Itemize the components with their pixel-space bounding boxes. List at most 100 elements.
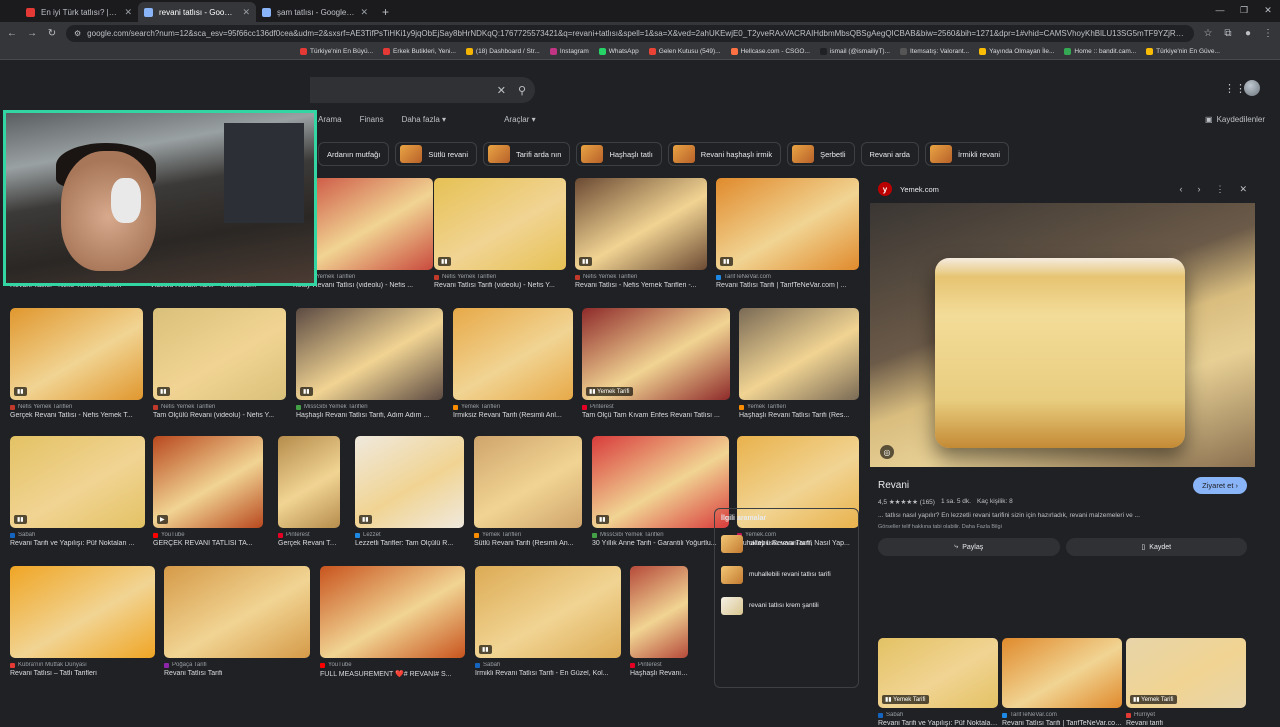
- next-icon[interactable]: ›: [1197, 184, 1200, 195]
- clear-icon[interactable]: ✕: [497, 84, 506, 97]
- result-thumbnail[interactable]: ▮▮: [475, 566, 621, 658]
- result-title[interactable]: Revani tarifi: [1126, 720, 1246, 727]
- related-image[interactable]: ▮▮ Yemek Tarifi Hürriyet Revani tarifi: [1126, 638, 1246, 727]
- bookmark-item[interactable]: Instagram: [549, 48, 589, 55]
- browser-tab[interactable]: şam tatlısı - Google'da Ara ✕: [256, 2, 374, 22]
- image-result[interactable]: ▮▮ MissGibi Yemek Tarifleri Haşhaşlı Revan…: [296, 308, 443, 419]
- result-thumbnail[interactable]: ▮▮: [355, 436, 464, 528]
- bookmark-item[interactable]: Home :: bandit.cam...: [1064, 48, 1136, 55]
- result-title[interactable]: Sütlü Revani Tarifi (Resimli An...: [474, 540, 582, 547]
- related-item[interactable]: muhallebili revani tatlısı tarifi: [721, 561, 852, 588]
- result-title[interactable]: 30 Yıllık Anne Tarifi - Garantili Yoğurt…: [592, 540, 729, 547]
- menu-icon[interactable]: ⋮: [1262, 28, 1274, 39]
- image-result[interactable]: ▮▮ Nefis Yemek Tarifleri Revani Tatlısı Ta…: [434, 178, 566, 289]
- result-title[interactable]: İrmiksiz Revani Tarifi (Resimli Anl...: [453, 412, 573, 419]
- result-title[interactable]: Revani Tatlısı Tarifi (videolu) - Nefis …: [434, 282, 566, 289]
- browser-tab-active[interactable]: revani tatlısı - Google'da Ara ✕: [138, 2, 256, 22]
- result-thumbnail[interactable]: [630, 566, 688, 658]
- bookmark-item[interactable]: Türkiye'nin En Güve...: [1146, 48, 1220, 55]
- preview-source[interactable]: Yemek.com: [900, 185, 1171, 194]
- saved-link[interactable]: ▣ Kaydedilenler: [1205, 115, 1265, 124]
- image-result[interactable]: Yemek Tarifleri Haşhaşlı Revani Tatlısı T…: [739, 308, 859, 419]
- result-thumbnail[interactable]: ▮▮: [434, 178, 566, 270]
- filter-arama[interactable]: Arama: [318, 115, 342, 124]
- forward-icon[interactable]: →: [26, 28, 38, 39]
- result-thumbnail[interactable]: [739, 308, 859, 400]
- refinement-chip[interactable]: İrmikli revani: [924, 142, 1010, 166]
- bookmark-item[interactable]: Gelen Kutusu (549)...: [648, 48, 721, 55]
- result-thumbnail[interactable]: [474, 436, 582, 528]
- refinement-chip[interactable]: Ardanın mutfağı: [318, 142, 390, 166]
- search-icon[interactable]: ⚲: [518, 84, 526, 97]
- minimize-button[interactable]: —: [1208, 0, 1232, 20]
- result-title[interactable]: Revani Tatlısı – Tatlı Tarifleri: [10, 670, 155, 677]
- result-thumbnail[interactable]: ▮▮: [575, 178, 707, 270]
- close-tab-icon[interactable]: ✕: [360, 7, 368, 18]
- more-options-icon[interactable]: ⋮: [1215, 184, 1224, 195]
- related-thumbnail[interactable]: ▮▮ Yemek Tarifi: [878, 638, 998, 708]
- result-title[interactable]: Gerçek Revani Tatlı...: [278, 540, 340, 547]
- visit-button[interactable]: Ziyaret et ›: [1193, 477, 1247, 494]
- image-result[interactable]: ▮▮ Lezzet Lezzetli Tarifler: Tam Ölçülü R.…: [355, 436, 464, 547]
- result-title[interactable]: GERÇEK REVANİ TATLISI TA...: [153, 540, 263, 547]
- image-result[interactable]: ▮▮ Sabah İrmikli Revani Tatlısı Tarifi - E…: [475, 566, 621, 677]
- result-thumbnail[interactable]: ▮▮: [10, 308, 143, 400]
- image-result[interactable]: ▮▮ Yemek Tarifi Pinterest Tam Ölçü Tam Kıv…: [582, 308, 730, 419]
- bookmark-item[interactable]: Erkek Butikleri, Yeni...: [383, 48, 456, 55]
- result-thumbnail[interactable]: [164, 566, 310, 658]
- image-result[interactable]: ▮▮ Nefis Yemek Tarifleri Revani Tatlısı - …: [575, 178, 707, 289]
- image-result[interactable]: ▮▮ TarifTeNeVar.com Revani Tatlısı Tarifi …: [716, 178, 859, 289]
- result-thumbnail[interactable]: ▮▮: [716, 178, 859, 270]
- close-tab-icon[interactable]: ✕: [242, 7, 250, 18]
- search-box[interactable]: ✕ ⚲: [310, 77, 535, 103]
- lens-icon[interactable]: ◎: [880, 445, 894, 459]
- bookmark-item[interactable]: Itemsatış: Valorant...: [899, 48, 969, 55]
- image-result[interactable]: Poğaça Tarifi Revani Tatlısı Tarifi: [164, 566, 310, 677]
- result-title[interactable]: Revani Tarifi ve Yapılışı: Püf Noktaları…: [10, 540, 145, 547]
- copyright-notice[interactable]: Görseller telif hakkına tabi olabilir. D…: [870, 524, 1255, 530]
- result-thumbnail[interactable]: ▮▮ Yemek Tarifi: [582, 308, 730, 400]
- preview-title[interactable]: Revani: [878, 480, 909, 491]
- result-title[interactable]: Revani Tatlısı Tarifi | TarifTeNeVar.com…: [716, 282, 859, 289]
- image-result[interactable]: ▮▮ Sabah Revani Tarifi ve Yapılışı: Püf No…: [10, 436, 145, 547]
- result-title[interactable]: Haşhaşlı Revani Tatlısı Tarifi, Adım Adı…: [296, 412, 443, 419]
- result-title[interactable]: Gerçek Revani Tatlısı - Nefis Yemek T...: [10, 412, 143, 419]
- refinement-chip[interactable]: Sütlü revani: [395, 142, 477, 166]
- refinement-chip[interactable]: Şerbetli: [787, 142, 855, 166]
- result-title[interactable]: Haşhaşlı Revani T...: [630, 670, 688, 677]
- result-thumbnail[interactable]: ▮▮: [153, 308, 286, 400]
- related-thumbnail[interactable]: ▮▮ Yemek Tarifi: [1126, 638, 1246, 708]
- previous-icon[interactable]: ‹: [1179, 184, 1182, 195]
- related-item[interactable]: oktay usta revani tarifi: [721, 530, 852, 557]
- new-tab-button[interactable]: +: [374, 5, 397, 22]
- browser-tab[interactable]: En iyi Türk tatlısı? | UwUFUFU ✕: [20, 2, 138, 22]
- result-thumbnail[interactable]: [320, 566, 465, 658]
- result-title[interactable]: Tam Ölçülü Revani (videolu) - Nefis Y...: [153, 412, 286, 419]
- bookmark-item[interactable]: Hellcase.com - CSGO...: [730, 48, 810, 55]
- address-bar[interactable]: ⚙ google.com/search?num=12&sca_esv=95f66…: [66, 24, 1194, 42]
- image-result[interactable]: Yemek Tarifleri Sütlü Revani Tarifi (Resi…: [474, 436, 582, 547]
- save-button[interactable]: ▯ Kaydet: [1065, 538, 1247, 556]
- result-title[interactable]: Revani Tatlısı Tarifi: [164, 670, 310, 677]
- result-thumbnail[interactable]: [453, 308, 573, 400]
- result-title[interactable]: Revani Tarifi ve Yapılışı: Püf Noktaları…: [878, 720, 998, 727]
- preview-image[interactable]: ◎: [870, 203, 1255, 467]
- bookmark-item[interactable]: WhatsApp: [598, 48, 639, 55]
- refinement-chip[interactable]: Tarifi arda nın: [482, 142, 571, 166]
- image-result[interactable]: Pinterest Gerçek Revani Tatlı...: [278, 436, 340, 547]
- reload-icon[interactable]: ↻: [46, 28, 58, 39]
- tools-button[interactable]: Araçlar ▾: [504, 115, 536, 124]
- image-result[interactable]: Kübra'nın Mutfak Dünyası Revani Tatlısı –…: [10, 566, 155, 677]
- result-title[interactable]: Revani Tatlısı - Nefis Yemek Tarifleri -…: [575, 282, 707, 289]
- result-title[interactable]: Haşhaşlı Revani Tatlısı Tarifi (Res...: [739, 412, 859, 419]
- result-title[interactable]: FULL MEASUREMENT ❤️# REVANİ# S...: [320, 670, 465, 678]
- close-icon[interactable]: ✕: [1239, 184, 1247, 195]
- result-title[interactable]: Tam Ölçü Tam Kıvam Enfes Revani Tatlısı …: [582, 412, 730, 419]
- result-thumbnail[interactable]: ▮▮: [296, 308, 443, 400]
- result-thumbnail[interactable]: ▮▮: [592, 436, 729, 528]
- image-result[interactable]: Yemek Tarifleri İrmiksiz Revani Tarifi (R…: [453, 308, 573, 419]
- related-thumbnail[interactable]: [1002, 638, 1122, 708]
- result-thumbnail[interactable]: [278, 436, 340, 528]
- bookmark-item[interactable]: ismail (@ismailiyT)...: [819, 48, 890, 55]
- back-icon[interactable]: ←: [6, 28, 18, 39]
